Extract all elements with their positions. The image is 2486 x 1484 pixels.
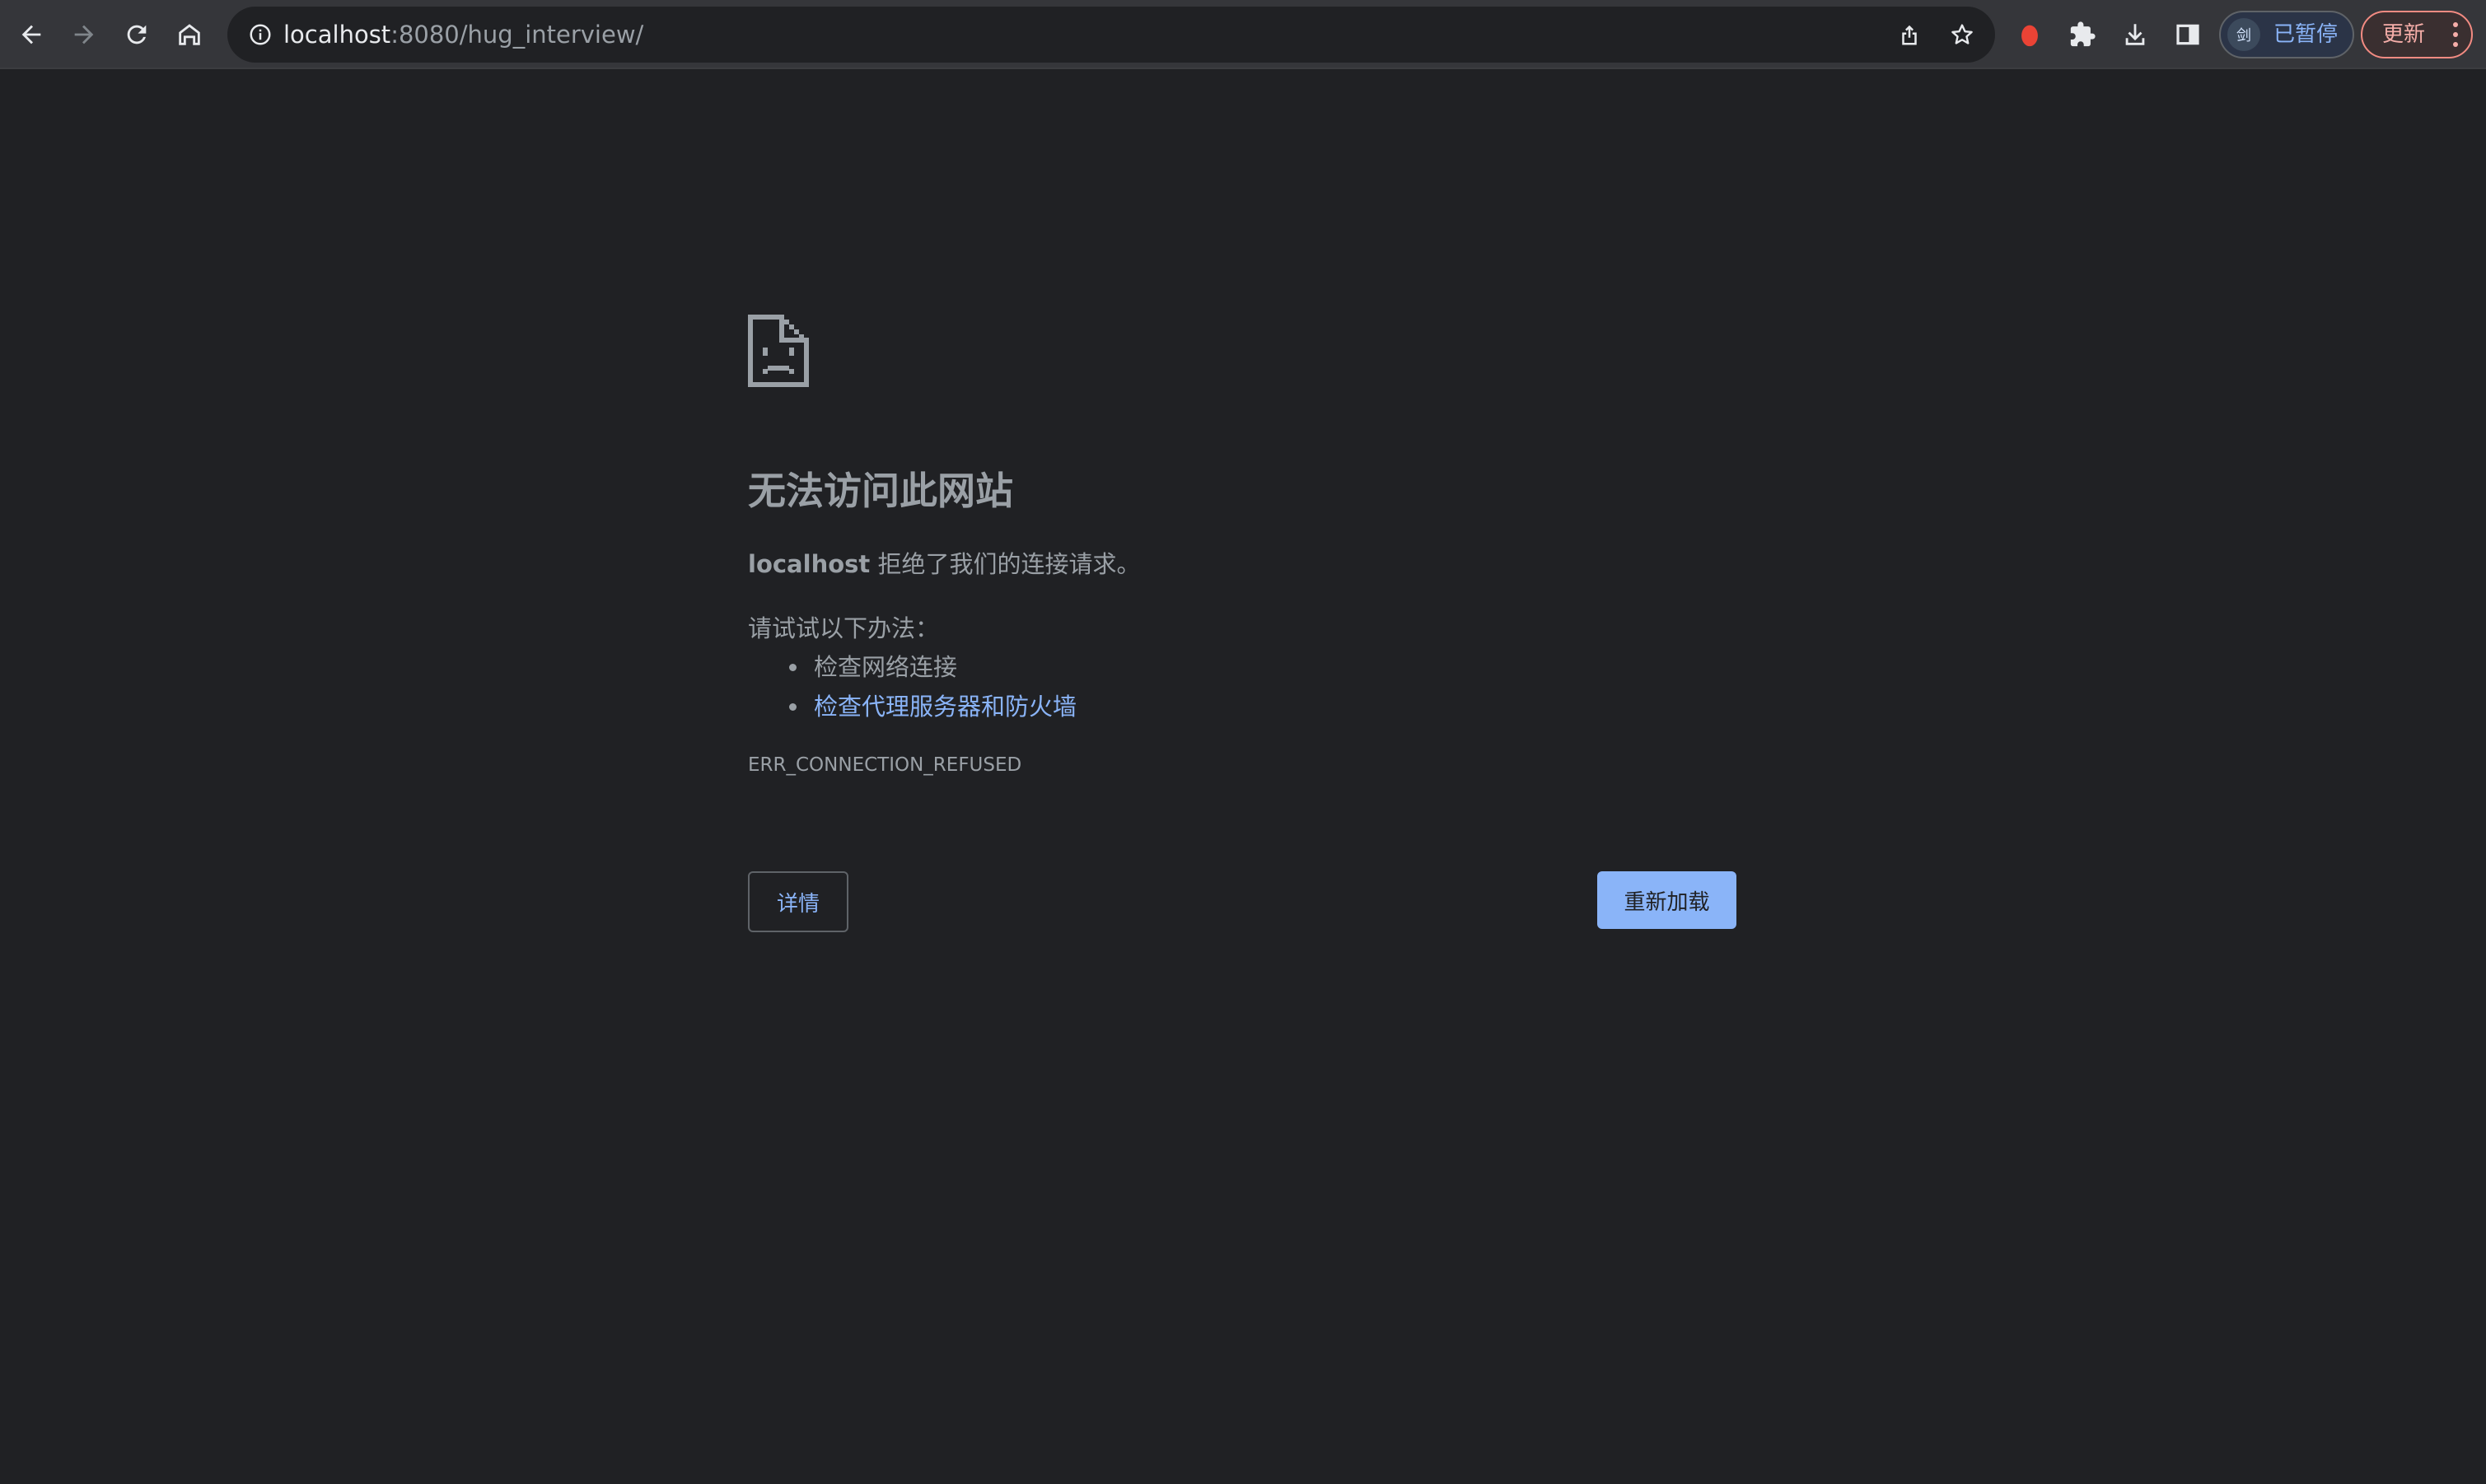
side-panel-button[interactable] <box>2165 12 2211 58</box>
back-button[interactable] <box>8 12 54 58</box>
bookmark-button[interactable] <box>1939 12 1985 58</box>
profile-button[interactable]: 剑 已暂停 <box>2219 11 2354 58</box>
extensions-button[interactable] <box>2059 12 2105 58</box>
share-button[interactable] <box>1886 12 1932 58</box>
update-button[interactable]: 更新 <box>2361 11 2473 58</box>
suggestions-heading: 请试试以下办法： <box>748 614 940 642</box>
reload-button[interactable] <box>114 12 160 58</box>
downloads-button[interactable] <box>2112 12 2158 58</box>
update-label: 更新 <box>2382 22 2426 47</box>
profile-status-label: 已暂停 <box>2273 22 2339 47</box>
profile-avatar: 剑 <box>2227 18 2260 51</box>
arrow-right-icon <box>74 25 94 44</box>
address-bar[interactable]: localhost:8080/hug_interview/ <box>227 7 1995 63</box>
side-panel-icon <box>2176 24 2199 45</box>
error-title: 无法访问此网站 <box>748 469 1013 513</box>
extension-red-drop-button[interactable] <box>2007 12 2053 58</box>
details-button[interactable]: 详情 <box>748 871 848 932</box>
reload-icon <box>127 25 147 44</box>
share-icon <box>1902 25 1917 45</box>
suggestion-check-proxy-firewall-link[interactable]: 检查代理服务器和防火墙 <box>748 687 1077 726</box>
error-description: localhost 拒绝了我们的连接请求。 <box>748 545 1140 580</box>
forward-button[interactable] <box>61 12 107 58</box>
url-path: :8080/hug_interview/ <box>390 21 644 49</box>
sad-document-icon <box>748 315 809 387</box>
puzzle-icon <box>2070 21 2096 47</box>
error-code: ERR_CONNECTION_REFUSED <box>748 754 1022 776</box>
error-host: localhost <box>748 550 871 578</box>
home-icon <box>179 24 200 45</box>
error-description-text: 拒绝了我们的连接请求。 <box>870 550 1141 578</box>
red-drop-extension-icon <box>2021 25 2038 47</box>
home-button[interactable] <box>166 12 213 58</box>
kebab-menu-icon <box>2451 22 2460 47</box>
url-host: localhost <box>283 21 391 49</box>
browser-toolbar: localhost:8080/hug_interview/ 剑 已暂停 更新 <box>0 0 2486 69</box>
download-icon <box>2125 24 2145 45</box>
info-circle-icon <box>250 24 271 45</box>
suggestions-list: 检查网络连接 检查代理服务器和防火墙 <box>748 647 1077 726</box>
star-icon <box>1951 24 1973 44</box>
url-text[interactable]: localhost:8080/hug_interview/ <box>283 7 643 63</box>
arrow-left-icon <box>21 25 41 44</box>
suggestion-check-network: 检查网络连接 <box>748 647 1077 687</box>
reload-page-button[interactable]: 重新加载 <box>1597 871 1736 929</box>
site-info-button[interactable] <box>244 18 277 51</box>
